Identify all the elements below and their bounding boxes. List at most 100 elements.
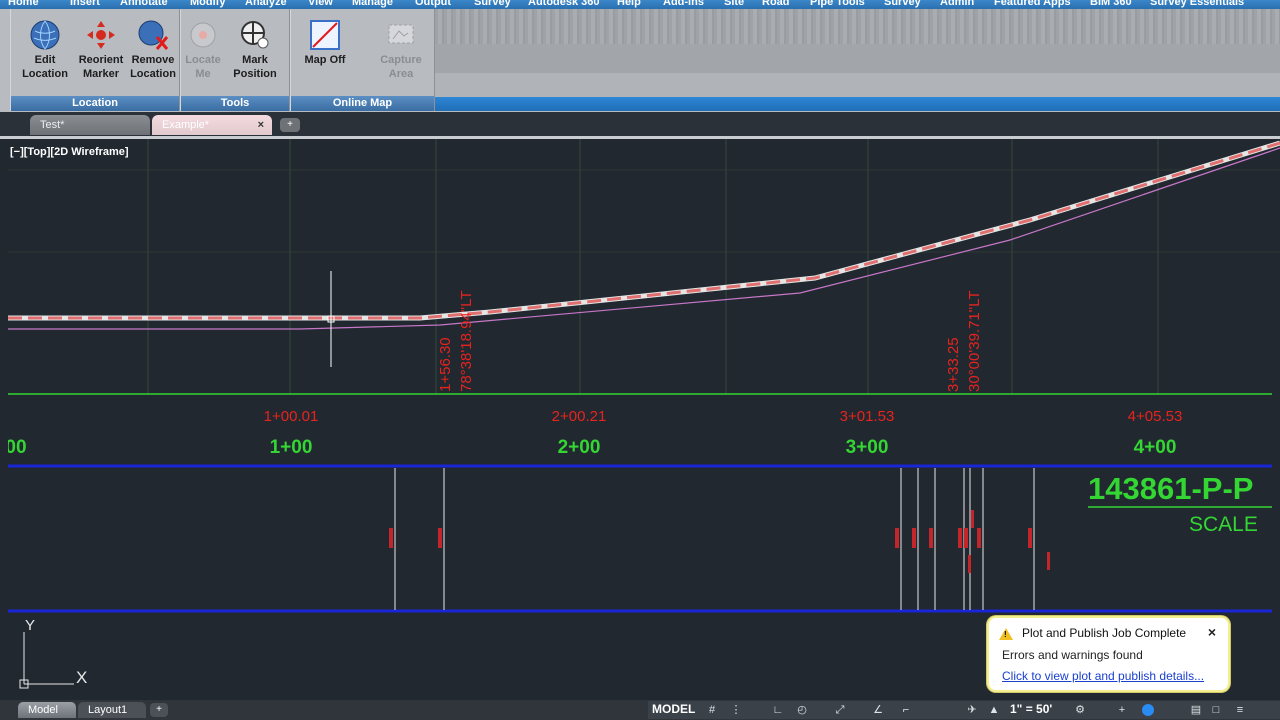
menu-bar: Home Insert Annotate Modify Analyze View Manag… xyxy=(0,0,1280,9)
locate-me-icon xyxy=(190,22,216,48)
ucs-x-label: X xyxy=(76,668,87,687)
menu-item[interactable]: Modify xyxy=(190,0,225,8)
globe-icon xyxy=(30,20,60,50)
layout-tab-model[interactable]: Model xyxy=(18,702,76,718)
add-layout-button[interactable]: + xyxy=(150,703,168,717)
menu-item[interactable]: Insert xyxy=(70,0,100,8)
reorient-marker-label: Reorient Marker xyxy=(78,54,124,80)
structure-tag xyxy=(1028,528,1032,548)
station-label-green: 3+00 xyxy=(846,437,889,458)
station-label-green: 1+00 xyxy=(270,437,313,458)
sheet-title: 143861-P-P xyxy=(1088,471,1253,506)
viewport-controls[interactable]: [−][Top][2D Wireframe] xyxy=(10,146,129,158)
panel-tools: Locate Me Mark Position Tools xyxy=(180,9,290,111)
menu-item[interactable]: Site xyxy=(724,0,744,8)
new-tab-button[interactable]: + xyxy=(280,118,300,132)
tab-example[interactable]: Example* × xyxy=(152,115,272,135)
map-off-icon xyxy=(310,20,340,50)
map-off-label: Map Off xyxy=(304,54,346,66)
notification-title: Plot and Publish Job Complete xyxy=(1022,626,1187,640)
gear-icon[interactable]: ⚙ xyxy=(1074,704,1086,716)
tab-test[interactable]: Test* xyxy=(30,115,150,135)
plus-icon[interactable]: + xyxy=(1116,704,1128,716)
capture-area-icon xyxy=(388,24,414,44)
menu-item[interactable]: Analyze xyxy=(245,0,287,8)
map-off-button[interactable]: Map Off xyxy=(297,15,353,87)
close-tab-icon[interactable]: × xyxy=(258,115,264,135)
capture-area-button[interactable]: Capture Area xyxy=(373,15,429,87)
menu-item[interactable]: Add-ins xyxy=(663,0,704,8)
locate-me-button[interactable]: Locate Me xyxy=(175,15,231,87)
annotation-scale-icon[interactable]: ▲ xyxy=(988,704,1000,716)
lineweight-icon[interactable]: ⌐ xyxy=(900,704,912,716)
alignment-dashes xyxy=(8,141,1280,320)
station-angle-label: 30°00'39.71"LT xyxy=(966,291,983,392)
plot-details-link[interactable]: Click to view plot and publish details..… xyxy=(1002,669,1204,683)
edit-location-button[interactable]: Edit Location xyxy=(17,15,73,87)
snap-icon[interactable]: ⋮ xyxy=(730,704,742,716)
menu-item[interactable]: Output xyxy=(415,0,451,8)
plot-status-icon[interactable]: ▤ xyxy=(1190,704,1202,716)
menu-item[interactable]: View xyxy=(308,0,333,8)
warning-icon xyxy=(999,628,1013,640)
mark-position-icon xyxy=(241,21,269,49)
station-label-green: 00 xyxy=(8,437,27,458)
menu-item[interactable]: Home xyxy=(8,0,39,8)
fullscreen-icon[interactable]: □ xyxy=(1210,704,1222,716)
station-offset-label: 1+56.30 xyxy=(437,337,454,392)
osnap-icon[interactable]: ⤢ xyxy=(834,704,846,716)
menu-item[interactable]: Admin xyxy=(940,0,974,8)
remove-location-icon xyxy=(138,20,169,50)
layout-tab-model-label: Model xyxy=(28,704,58,716)
remove-location-button[interactable]: Remove Location xyxy=(125,15,181,87)
menu-item[interactable]: Survey Essentials xyxy=(1150,0,1244,8)
structure-tag xyxy=(977,528,981,548)
menu-item[interactable]: Pipe Tools xyxy=(810,0,865,8)
close-icon[interactable]: × xyxy=(1208,624,1216,640)
mark-position-label: Mark Position xyxy=(233,54,277,80)
customize-icon[interactable]: ≡ xyxy=(1234,704,1246,716)
grid-icon[interactable]: # xyxy=(706,704,718,716)
menu-item[interactable]: Survey xyxy=(474,0,511,8)
annotation-scale[interactable]: 1" = 50' xyxy=(1010,702,1052,716)
ribbon-blue-strip xyxy=(435,97,1280,111)
mark-position-button[interactable]: Mark Position xyxy=(227,15,283,87)
status-tray xyxy=(648,701,1280,719)
panel-title-online-map: Online Map xyxy=(291,96,434,111)
ortho-icon[interactable]: ∟ xyxy=(772,704,784,716)
menu-item[interactable]: Survey xyxy=(884,0,921,8)
structure-tag xyxy=(389,528,393,548)
panel-online-map: Map Off Capture Area Online Map xyxy=(290,9,435,111)
menu-item[interactable]: Help xyxy=(617,0,641,8)
layout-tab-layout1[interactable]: Layout1 xyxy=(78,702,146,718)
otrack-icon[interactable]: ∠ xyxy=(872,704,884,716)
sheet-scale: SCALE xyxy=(1189,513,1258,536)
station-offset-label: 3+33.25 xyxy=(945,337,962,392)
station-label-red: 2+00.21 xyxy=(552,408,607,425)
menu-item[interactable]: Featured Apps xyxy=(994,0,1071,8)
menu-item[interactable]: Manage xyxy=(352,0,393,8)
isolate-icon[interactable] xyxy=(1142,704,1154,716)
reorient-marker-button[interactable]: Reorient Marker xyxy=(73,15,129,87)
menu-item[interactable]: BIM 360 xyxy=(1090,0,1132,8)
layout-tab-layout1-label: Layout1 xyxy=(88,704,128,716)
menu-item[interactable]: Autodesk 360 xyxy=(528,0,600,8)
annotation-icon[interactable]: ✈ xyxy=(966,704,978,716)
capture-area-label: Capture Area xyxy=(380,54,422,80)
station-label-red: 1+00.01 xyxy=(264,408,319,425)
ribbon-background-band xyxy=(435,44,1280,74)
structure-tag xyxy=(1047,552,1050,570)
structure-tag xyxy=(968,555,971,573)
ribbon-background-band-lower xyxy=(435,73,1280,97)
menu-item[interactable]: Annotate xyxy=(120,0,168,8)
polar-icon[interactable]: ◴ xyxy=(796,704,808,716)
profile-line xyxy=(8,147,1280,330)
locate-me-label: Locate Me xyxy=(185,54,221,80)
plot-publish-notification: Plot and Publish Job Complete × Errors a… xyxy=(987,616,1230,692)
menu-item[interactable]: Road xyxy=(762,0,790,8)
autocad-window: Home Insert Annotate Modify Analyze View Manag… xyxy=(0,0,1280,720)
tab-test-label: Test* xyxy=(40,119,65,131)
ribbon: Edit Location Reorient Marker Remove Loc… xyxy=(0,9,1280,112)
model-space-button[interactable]: MODEL xyxy=(652,702,695,716)
station-angle-label: 78°38'18.94"LT xyxy=(458,291,475,392)
